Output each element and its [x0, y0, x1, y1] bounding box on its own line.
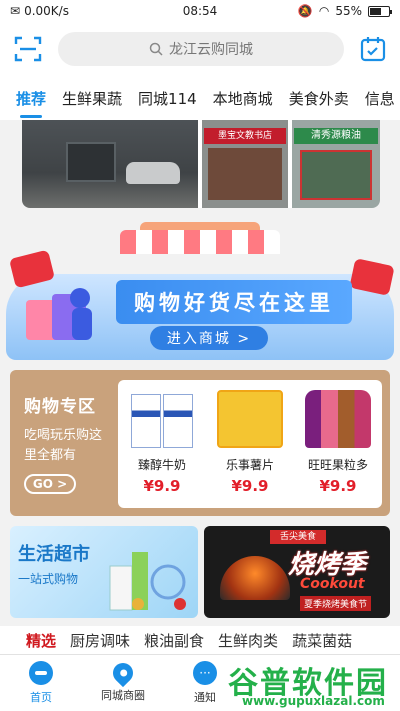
app-header: 龙江云购同城 — [0, 22, 400, 76]
product-item[interactable]: 臻醇牛奶 ¥9.9 — [118, 380, 206, 508]
home-icon — [29, 661, 53, 685]
cat-seasoning[interactable]: 厨房调味 — [70, 630, 130, 651]
product-category-strip: 精选 厨房调味 粮油副食 生鲜肉类 蔬菜菌菇 — [0, 626, 400, 654]
tab-food-delivery[interactable]: 美食外卖 — [289, 88, 349, 109]
milk-product-image — [129, 390, 195, 448]
supermarket-title: 生活超市 — [18, 544, 90, 565]
tab-recommend[interactable]: 推荐 — [16, 88, 46, 118]
calendar-icon[interactable] — [360, 36, 386, 62]
nav-label: 首页 — [30, 691, 52, 704]
notification-icon: ✉ — [10, 4, 21, 18]
groceries-illustration — [108, 546, 194, 612]
search-icon — [149, 42, 163, 56]
category-tabs: 推荐 生鲜果蔬 同城114 本地商城 美食外卖 信息 — [0, 76, 400, 120]
banner-title: 购物好货尽在这里 — [116, 280, 352, 324]
nav-home[interactable]: 首页 — [0, 655, 82, 711]
status-bar: ✉ 0.00K/s 08:54 🔕 ◠ 55% — [0, 0, 400, 22]
product-item[interactable]: 乐事薯片 ¥9.9 — [206, 380, 294, 508]
store-sign-2: 清秀源粮油 — [294, 128, 378, 144]
product-name: 旺旺果粒多 — [307, 458, 368, 472]
door-shape — [66, 142, 116, 182]
zone-subtitle: 吃喝玩乐购这里全都有 — [24, 428, 103, 463]
product-name: 乐事薯片 — [225, 458, 274, 472]
cat-grain-oil[interactable]: 粮油副食 — [144, 630, 204, 651]
nav-label: 同城商圈 — [101, 689, 145, 702]
battery-percent: 55% — [335, 4, 362, 18]
grill-illustration — [220, 556, 290, 600]
product-price: ¥9.9 — [143, 477, 181, 495]
wifi-icon: ◠ — [318, 4, 330, 18]
store-photo-1[interactable] — [22, 120, 198, 208]
bbq-subtitle: 夏季烧烤美食节 — [300, 596, 372, 611]
enter-mall-button[interactable]: 进入商城 > — [150, 326, 268, 350]
watermark-url: www.gupuxlazal.com — [242, 694, 385, 708]
nav-label: 通知 — [194, 691, 216, 704]
chips-product-image — [217, 390, 283, 448]
product-price: ¥9.9 — [231, 477, 269, 495]
shopper-illustration — [22, 280, 108, 350]
scan-icon[interactable] — [14, 35, 42, 63]
store-photo-3[interactable]: 清秀源粮油 — [292, 120, 380, 208]
product-price: ¥9.9 — [319, 477, 357, 495]
store-sign-1: 墨宝文教书店 — [204, 128, 286, 144]
cat-vegetables[interactable]: 蔬菜菌菇 — [292, 630, 352, 651]
zone-title: 购物专区 — [24, 397, 96, 417]
store-photo-2[interactable]: 墨宝文教书店 — [202, 120, 288, 208]
nav-city-circle[interactable]: 同城商圈 — [82, 655, 164, 711]
clock: 08:54 — [182, 4, 218, 18]
bbq-english-title: Cookout — [300, 576, 365, 592]
tab-local-mall[interactable]: 本地商城 — [213, 88, 273, 109]
supermarket-card[interactable]: 生活超市 一站式购物 — [10, 526, 198, 618]
mall-banner[interactable]: 购物好货尽在这里 进入商城 > — [0, 222, 400, 362]
tab-fresh-produce[interactable]: 生鲜果蔬 — [62, 88, 122, 109]
cat-fresh-meat[interactable]: 生鲜肉类 — [218, 630, 278, 651]
location-pin-icon — [108, 658, 138, 688]
search-input[interactable]: 龙江云购同城 — [58, 32, 344, 66]
status-right: 🔕 ◠ 55% — [230, 4, 392, 18]
bbq-card[interactable]: 舌尖美食 烧烤季 Cookout 夏季烧烤美食节 — [204, 526, 390, 618]
zone-go-button[interactable]: GO > — [24, 474, 76, 494]
store-photos-card[interactable]: 墨宝文教书店 清秀源粮油 — [22, 120, 380, 208]
cat-featured[interactable]: 精选 — [26, 630, 56, 651]
watermark: 谷普软件园 www.gupuxlazal.com — [228, 654, 398, 710]
supermarket-subtitle: 一站式购物 — [18, 572, 79, 586]
product-item[interactable]: 旺旺果粒多 ¥9.9 — [294, 380, 382, 508]
product-list: 臻醇牛奶 ¥9.9 乐事薯片 ¥9.9 旺旺果粒多 ¥9.9 — [118, 380, 382, 508]
bell-icon: 🔕 — [297, 4, 313, 18]
tab-city-114[interactable]: 同城114 — [138, 88, 197, 109]
battery-icon — [368, 5, 392, 17]
search-placeholder: 龙江云购同城 — [169, 42, 253, 58]
tab-info[interactable]: 信息 — [365, 88, 395, 109]
chat-icon — [193, 661, 217, 685]
bbq-tag: 舌尖美食 — [270, 530, 326, 544]
shopfront-shape — [208, 148, 282, 200]
shopfront-shape — [300, 150, 372, 200]
network-speed: 0.00K/s — [24, 4, 69, 18]
status-left: ✉ 0.00K/s — [10, 4, 170, 18]
banner-awning — [120, 230, 280, 254]
jelly-product-image — [305, 390, 371, 448]
shopping-zone[interactable]: 购物专区 吃喝玩乐购这里全都有 GO > 臻醇牛奶 ¥9.9 乐事薯片 ¥9.9… — [10, 370, 390, 516]
product-name: 臻醇牛奶 — [137, 458, 186, 472]
car-shape — [126, 162, 180, 184]
